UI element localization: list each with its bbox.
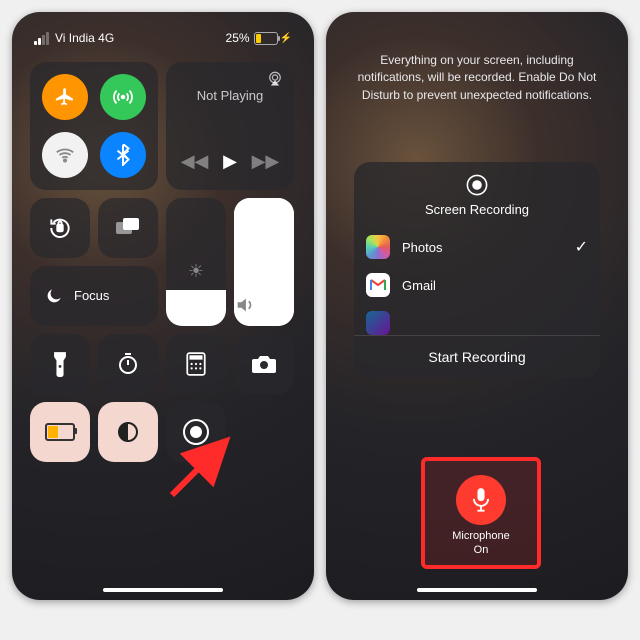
- photos-app-icon: [366, 235, 390, 259]
- prev-track-button[interactable]: ◀◀: [181, 151, 209, 172]
- comparison-stage: Vi India 4G 25% ⚡: [0, 0, 640, 640]
- screen-record-button[interactable]: [166, 402, 226, 462]
- airplane-mode-toggle[interactable]: [42, 74, 88, 120]
- record-icon: [467, 175, 488, 196]
- sun-icon: ☀︎: [166, 261, 226, 282]
- home-indicator[interactable]: [103, 588, 223, 592]
- bluetooth-toggle[interactable]: [100, 132, 146, 178]
- speaker-icon: [234, 294, 294, 316]
- screen-recording-sheet-screen: Everything on your screen, including not…: [326, 12, 628, 600]
- destination-label: Gmail: [402, 278, 436, 293]
- connectivity-tile[interactable]: [30, 62, 158, 190]
- focus-label: Focus: [74, 288, 109, 303]
- battery-icon: [254, 32, 278, 45]
- timer-icon: [98, 334, 158, 394]
- calculator-icon: [166, 334, 226, 394]
- next-track-button[interactable]: ▶▶: [252, 151, 280, 172]
- microphone-highlight: MicrophoneOn: [421, 457, 541, 569]
- antenna-icon: [112, 86, 134, 108]
- screen-recording-sheet: Screen Recording Photos ✓ Gmail Start Re…: [354, 162, 600, 378]
- dark-mode-toggle[interactable]: [98, 402, 158, 462]
- focus-button[interactable]: Focus: [30, 266, 158, 326]
- recording-info-text: Everything on your screen, including not…: [350, 52, 604, 104]
- sheet-header: Screen Recording: [354, 162, 600, 228]
- flashlight-icon: [30, 334, 90, 394]
- media-controls: ◀◀ ▶ ▶▶: [166, 151, 294, 172]
- cellular-data-toggle[interactable]: [100, 74, 146, 120]
- media-tile[interactable]: Not Playing ◀◀ ▶ ▶▶: [166, 62, 294, 190]
- media-title: Not Playing: [166, 88, 294, 103]
- screen-mirroring-button[interactable]: [98, 198, 158, 258]
- volume-slider[interactable]: [234, 198, 294, 326]
- status-right: 25% ⚡: [226, 31, 292, 45]
- sheet-title: Screen Recording: [354, 202, 600, 217]
- dark-mode-icon: [98, 402, 158, 462]
- record-icon: [166, 402, 226, 462]
- control-center-screen: Vi India 4G 25% ⚡: [12, 12, 314, 600]
- battery-percent: 25%: [226, 31, 250, 45]
- status-bar: Vi India 4G 25% ⚡: [12, 28, 314, 48]
- microphone-toggle[interactable]: [456, 475, 506, 525]
- cellular-signal-icon: [34, 32, 49, 45]
- destination-photos[interactable]: Photos ✓: [354, 228, 600, 266]
- low-power-mode-toggle[interactable]: [30, 402, 90, 462]
- brightness-slider[interactable]: ☀︎: [166, 198, 226, 326]
- orientation-lock-toggle[interactable]: [30, 198, 90, 258]
- moon-icon: [44, 286, 64, 306]
- wifi-toggle[interactable]: [42, 132, 88, 178]
- microphone-label: MicrophoneOn: [425, 529, 537, 558]
- battery-low-icon: [30, 402, 90, 462]
- destination-gmail[interactable]: Gmail: [354, 266, 600, 304]
- camera-icon: [234, 334, 294, 394]
- airplane-icon: [54, 86, 76, 108]
- start-recording-button[interactable]: Start Recording: [354, 335, 600, 378]
- play-button[interactable]: ▶: [223, 151, 237, 172]
- gmail-app-icon: [366, 273, 390, 297]
- flashlight-button[interactable]: [30, 334, 90, 394]
- lock-rotation-icon: [30, 198, 90, 258]
- checkmark-icon: ✓: [575, 237, 588, 257]
- home-indicator[interactable]: [417, 588, 537, 592]
- bluetooth-icon: [116, 144, 130, 166]
- start-recording-label: Start Recording: [428, 349, 525, 365]
- microphone-icon: [471, 487, 491, 513]
- app-icon: [366, 311, 390, 335]
- status-left: Vi India 4G: [34, 31, 114, 45]
- carrier-label: Vi India 4G: [55, 31, 114, 45]
- wifi-icon: [54, 144, 76, 166]
- mirroring-icon: [98, 198, 158, 258]
- destination-label: Photos: [402, 240, 442, 255]
- camera-button[interactable]: [234, 334, 294, 394]
- charging-icon: ⚡: [280, 33, 292, 44]
- calculator-button[interactable]: [166, 334, 226, 394]
- timer-button[interactable]: [98, 334, 158, 394]
- airplay-icon[interactable]: [266, 70, 284, 88]
